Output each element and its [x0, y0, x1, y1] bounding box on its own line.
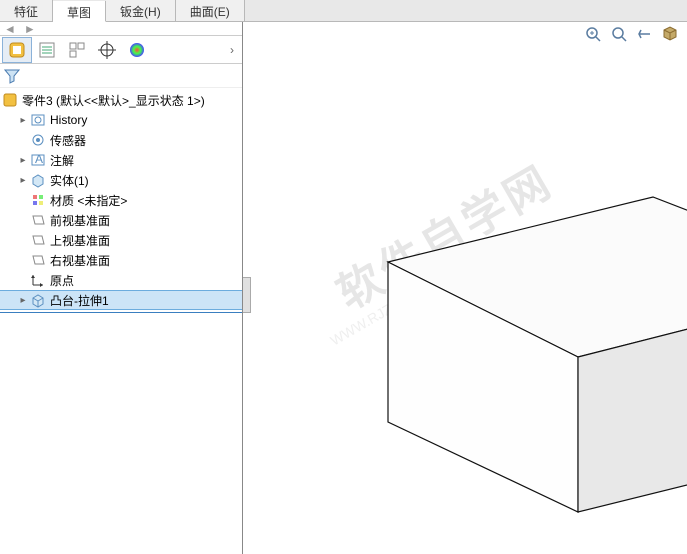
tree-origin-label: 原点 [50, 272, 74, 289]
tree-top-plane-label: 上视基准面 [50, 232, 110, 249]
tree-material[interactable]: 材质 <未指定> [0, 190, 242, 210]
tree-solidbody-label: 实体(1) [50, 172, 89, 189]
tree-solidbody[interactable]: ▸ 实体(1) [0, 170, 242, 190]
top-tab-bar: 特征 草图 钣金(H) 曲面(E) [0, 0, 687, 22]
tree-extrude-feature[interactable]: ▸ 凸台-拉伸1 [0, 290, 242, 310]
tree-root-label: 零件3 (默认<<默认>_显示状态 1>) [22, 92, 205, 109]
tree-extrude-label: 凸台-拉伸1 [50, 292, 109, 309]
tree-sensors-label: 传感器 [50, 132, 86, 149]
expander-icon[interactable]: ▸ [18, 115, 28, 125]
tree-manager-tabs: › [0, 36, 242, 64]
feature-tree[interactable]: 零件3 (默认<<默认>_显示状态 1>) ▸ History 传感器 ▸ A … [0, 88, 242, 554]
dimxpert-tab[interactable] [92, 37, 122, 63]
crosshair-icon [98, 41, 116, 59]
svg-text:A: A [35, 152, 43, 166]
feature-tree-icon [8, 41, 26, 59]
tree-history-label: History [50, 113, 87, 127]
tree-root-part[interactable]: 零件3 (默认<<默认>_显示状态 1>) [0, 90, 242, 110]
tree-filter-row [0, 64, 242, 88]
expander-icon[interactable]: ▸ [18, 175, 28, 185]
origin-icon [30, 272, 46, 288]
tab-sheetmetal[interactable]: 钣金(H) [106, 0, 176, 21]
render-tab[interactable] [122, 37, 152, 63]
config-manager-tab[interactable] [62, 37, 92, 63]
config-manager-icon [68, 41, 86, 59]
tree-front-plane[interactable]: 前视基准面 [0, 210, 242, 230]
extrude-icon [30, 292, 46, 308]
tab-feature[interactable]: 特征 [0, 0, 53, 21]
filter-icon[interactable] [4, 68, 20, 84]
tree-annotations-label: 注解 [50, 152, 74, 169]
tree-right-plane[interactable]: 右视基准面 [0, 250, 242, 270]
tree-right-plane-label: 右视基准面 [50, 252, 110, 269]
tree-history[interactable]: ▸ History [0, 110, 242, 130]
panel-collapse-right-icon[interactable]: ► [24, 22, 36, 36]
expander-icon[interactable]: ▸ [18, 155, 28, 165]
expander-icon[interactable]: ▸ [18, 295, 28, 305]
solidbody-icon [30, 172, 46, 188]
history-icon [30, 112, 46, 128]
model-3d-view: ✶ [243, 22, 687, 554]
tree-origin[interactable]: 原点 [0, 270, 242, 290]
plane-icon [30, 212, 46, 228]
tab-surface[interactable]: 曲面(E) [176, 0, 245, 21]
part-icon [2, 92, 18, 108]
panel-splitter[interactable] [243, 277, 251, 313]
tabs-overflow-icon[interactable]: › [224, 43, 240, 57]
panel-collapse-left-icon[interactable]: ◄ [4, 22, 16, 36]
property-manager-tab[interactable] [32, 37, 62, 63]
plane-icon [30, 252, 46, 268]
material-icon [30, 192, 46, 208]
panel-nav-arrows: ◄ ► [0, 22, 242, 36]
tree-annotations[interactable]: ▸ A 注解 [0, 150, 242, 170]
annotations-icon: A [30, 152, 46, 168]
graphics-view[interactable]: 软件自学网 WWW.RJZXW.COM ✶ [243, 22, 687, 554]
tree-sensors[interactable]: 传感器 [0, 130, 242, 150]
tree-front-plane-label: 前视基准面 [50, 212, 110, 229]
tree-material-label: 材质 <未指定> [50, 192, 127, 209]
property-manager-icon [38, 41, 56, 59]
feature-manager-panel: ◄ ► › [0, 22, 243, 554]
appearance-icon [128, 41, 146, 59]
tree-top-plane[interactable]: 上视基准面 [0, 230, 242, 250]
feature-tree-tab[interactable] [2, 37, 32, 63]
plane-icon [30, 232, 46, 248]
tab-sketch[interactable]: 草图 [53, 1, 106, 22]
sensors-icon [30, 132, 46, 148]
